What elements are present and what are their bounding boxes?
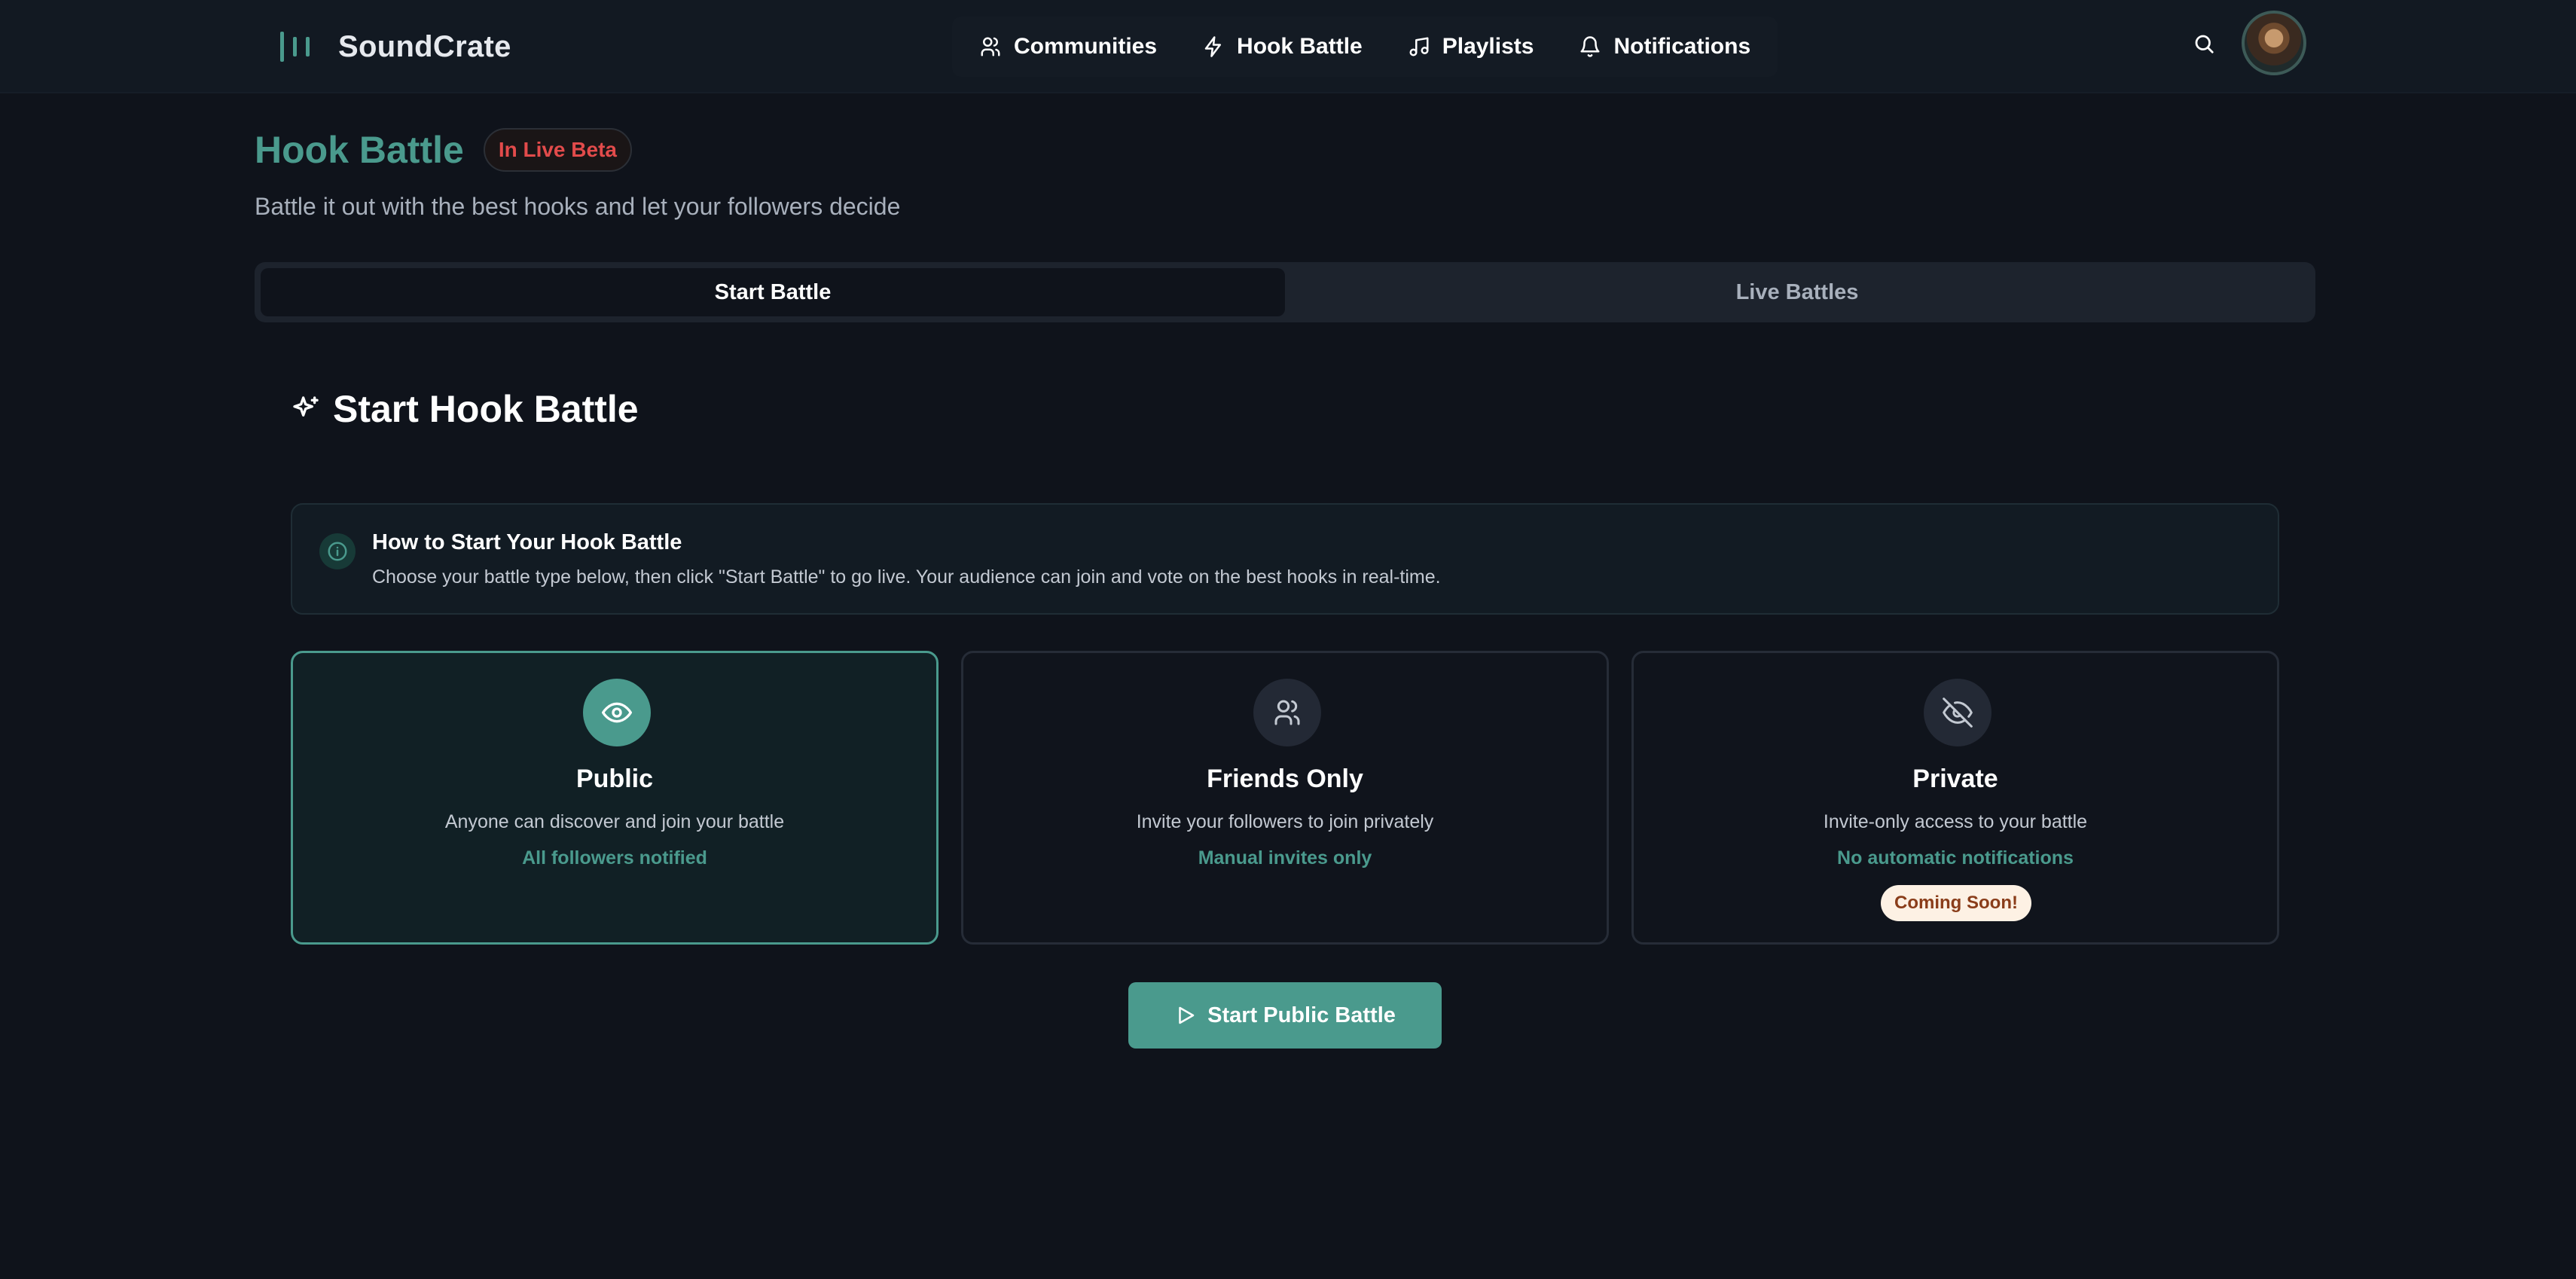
card-title: Public [575,765,654,793]
card-note: No automatic notifications [1837,847,2074,868]
option-card-public[interactable]: Public Anyone can discover and join your… [291,651,939,945]
app-logo[interactable]: SoundCrate [280,24,511,69]
card-note: Manual invites only [1198,847,1372,868]
nav-item-playlists[interactable]: Playlists [1388,21,1554,72]
tab-live-battles[interactable]: Live Battles [1285,268,2309,316]
coming-soon-badge: Coming Soon! [1881,885,2031,921]
main-nav: Communities Hook Battle Playlists Notifi… [952,17,1778,77]
tab-start-battle[interactable]: Start Battle [261,268,1285,316]
battle-tabs: Start Battle Live Battles [255,262,2315,322]
card-title: Private [1912,765,1998,793]
card-title: Friends Only [1207,765,1363,793]
option-card-private[interactable]: Private Invite-only access to your battl… [1631,651,2279,945]
start-battle-label: Start Public Battle [1207,1003,1396,1027]
nav-item-hook-battle[interactable]: Hook Battle [1183,21,1382,72]
page-subtitle: Battle it out with the best hooks and le… [255,193,901,220]
nav-item-communities[interactable]: Communities [960,21,1177,72]
page-title: Hook Battle [255,129,464,171]
card-description: Invite-only access to your battle [1823,811,2088,832]
info-icon [319,533,356,569]
nav-item-notifications[interactable]: Notifications [1559,21,1770,72]
card-note: All followers notified [522,847,707,868]
users-icon [981,37,1000,56]
beta-badge: In Live Beta [483,128,632,172]
app-name: SoundCrate [338,29,511,63]
top-header: SoundCrate Communities Hook Battle Playl… [0,0,2576,93]
section-heading: Start Hook Battle [291,387,639,431]
music-note-icon [1409,37,1429,56]
search-button[interactable] [2189,29,2219,59]
nav-label: Hook Battle [1237,34,1363,59]
search-icon [2195,35,2214,53]
eye-icon [583,679,651,746]
card-description: Invite your followers to join privately [1136,811,1434,832]
eye-off-icon [1924,679,1992,746]
info-title: How to Start Your Hook Battle [372,530,682,554]
sparkles-icon [293,396,319,417]
nav-label: Communities [1014,34,1158,59]
start-battle-button[interactable]: Start Public Battle [1128,982,1442,1049]
avatar[interactable] [2242,11,2306,75]
page-title-row: Hook Battle In Live Beta [255,128,632,172]
zap-icon [1204,36,1222,57]
card-description: Anyone can discover and join your battle [444,811,785,832]
logo-bars-icon [280,32,310,62]
how-to-info-box: How to Start Your Hook Battle Choose you… [291,503,2279,615]
play-icon [1179,1006,1195,1024]
info-text: Choose your battle type below, then clic… [372,566,1441,588]
bell-icon [1580,36,1600,57]
nav-label: Notifications [1613,34,1751,59]
option-card-friends-only[interactable]: Friends Only Invite your followers to jo… [961,651,1609,945]
users-icon [1253,679,1321,746]
section-title: Start Hook Battle [333,388,639,430]
nav-label: Playlists [1442,34,1534,59]
